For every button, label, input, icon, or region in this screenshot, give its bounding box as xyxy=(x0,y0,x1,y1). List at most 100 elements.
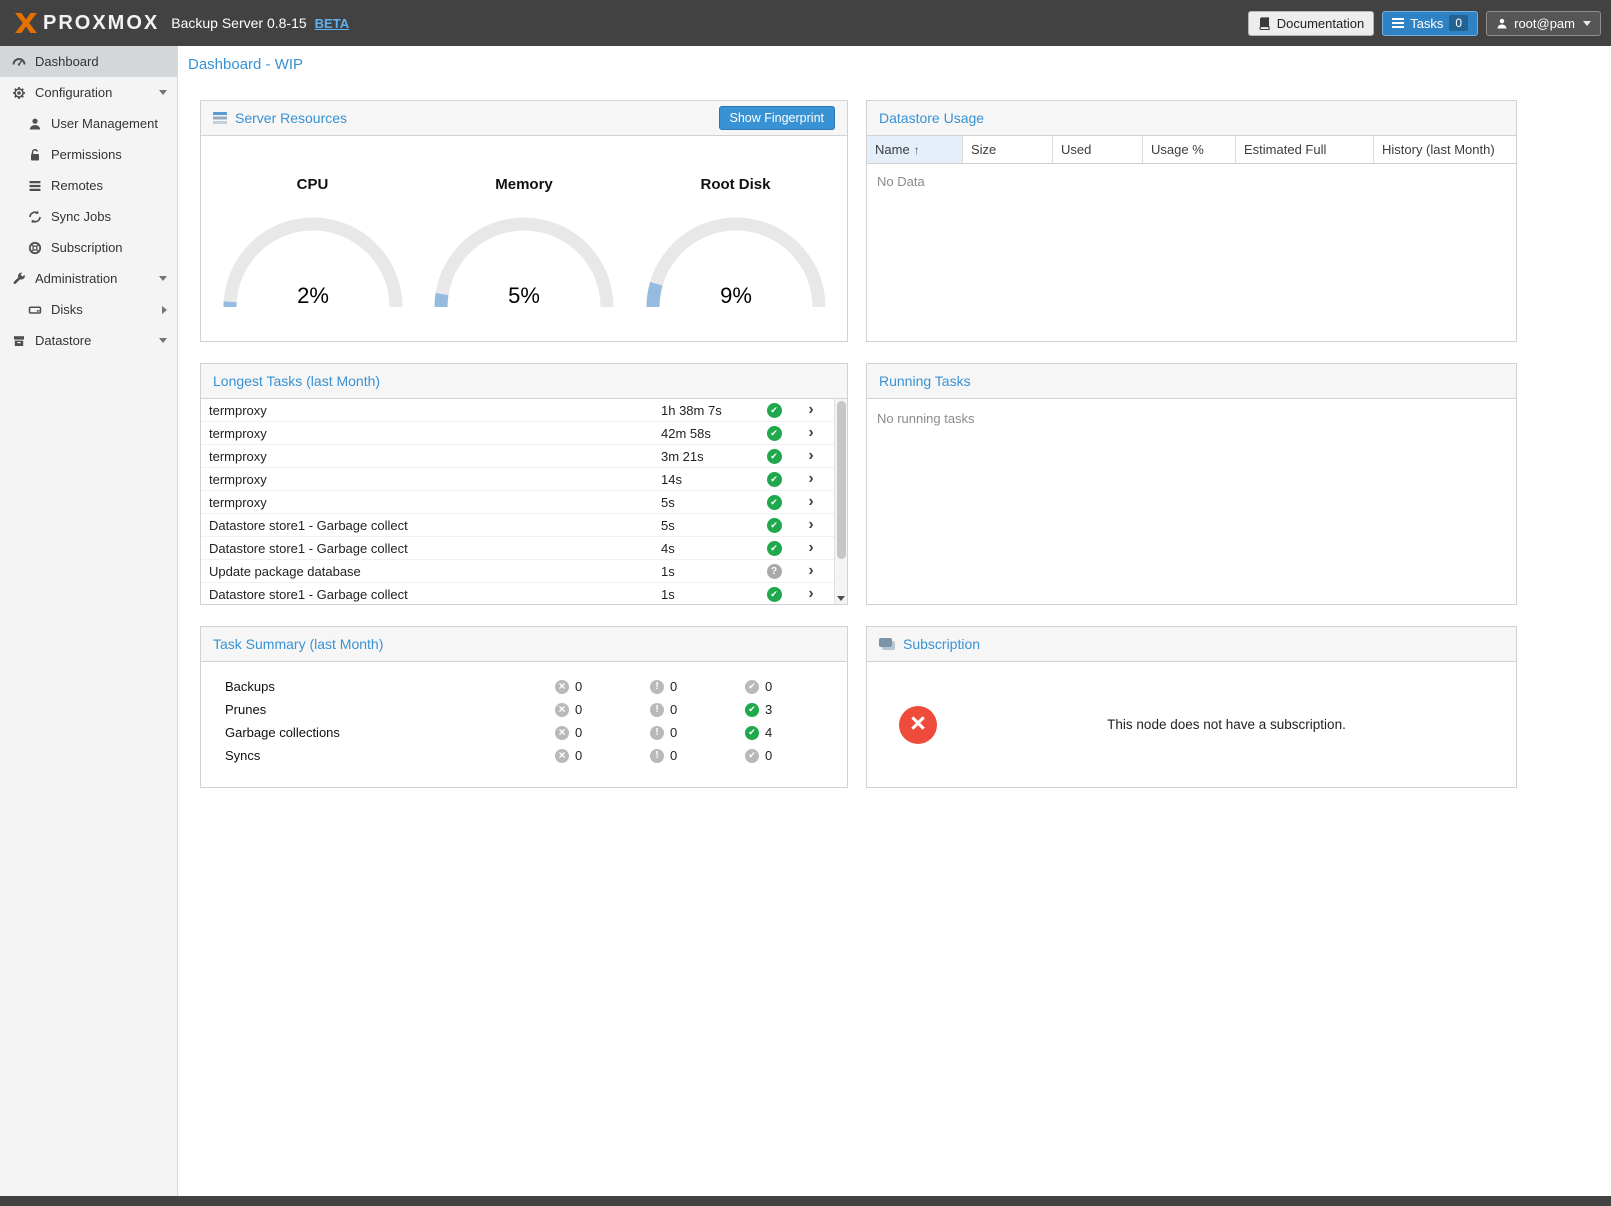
ticket-icon xyxy=(879,638,892,647)
gauge-value: 5% xyxy=(508,283,540,308)
task-row[interactable]: Datastore store1 - Garbage collect 1s xyxy=(201,583,847,604)
longest-tasks-title: Longest Tasks (last Month) xyxy=(213,373,380,389)
chevron-right-icon[interactable] xyxy=(790,448,832,464)
sidebar-item-remotes[interactable]: Remotes xyxy=(0,170,177,201)
error-count: 0 xyxy=(575,679,582,694)
dashboard-icon xyxy=(12,55,26,69)
ok-icon xyxy=(745,726,759,740)
chevron-right-icon[interactable] xyxy=(790,517,832,533)
error-count: 0 xyxy=(575,702,582,717)
task-row[interactable]: termproxy 5s xyxy=(201,491,847,514)
status-ok-icon xyxy=(767,426,782,441)
product-version: Backup Server 0.8-15 xyxy=(171,15,306,31)
gauge-arc: 2% xyxy=(218,209,408,312)
subscription-body: This node does not have a subscription. xyxy=(867,662,1516,787)
scrollbar[interactable] xyxy=(834,399,847,604)
column-header-name[interactable]: Name xyxy=(867,136,963,163)
proxmox-logo: PROXMOX xyxy=(14,12,159,35)
life-ring-icon xyxy=(28,241,42,255)
chevron-right-icon[interactable] xyxy=(790,586,832,602)
chevron-right-icon[interactable] xyxy=(790,402,832,418)
page-title: Dashboard - WIP xyxy=(188,56,303,73)
task-duration: 42m 58s xyxy=(661,426,758,441)
task-duration: 1h 38m 7s xyxy=(661,403,758,418)
summary-ok-cell: 4 xyxy=(745,725,840,740)
chevron-right-icon[interactable] xyxy=(790,540,832,556)
user-menu-button[interactable]: root@pam xyxy=(1486,11,1601,36)
task-row[interactable]: termproxy 1h 38m 7s xyxy=(201,399,847,422)
status-unknown-icon xyxy=(767,564,782,579)
summary-error-cell: 0 xyxy=(555,725,650,740)
column-header-usage-pct[interactable]: Usage % xyxy=(1143,136,1236,163)
summary-warning-cell: 0 xyxy=(650,702,745,717)
task-duration: 4s xyxy=(661,541,758,556)
summary-warning-cell: 0 xyxy=(650,725,745,740)
wrench-icon xyxy=(12,272,26,286)
gauge-arc: 5% xyxy=(429,209,619,312)
task-status xyxy=(758,449,790,464)
scrollbar-down-arrow-icon[interactable] xyxy=(837,596,845,601)
task-duration: 5s xyxy=(661,518,758,533)
sidebar-item-subscription[interactable]: Subscription xyxy=(0,232,177,263)
chevron-right-icon[interactable] xyxy=(162,306,167,314)
chevron-down-icon[interactable] xyxy=(159,338,167,343)
no-subscription-error-icon xyxy=(899,706,937,744)
task-status xyxy=(758,472,790,487)
ok-count: 0 xyxy=(765,748,772,763)
beta-link[interactable]: BETA xyxy=(315,16,349,31)
summary-ok-cell: 0 xyxy=(745,679,840,694)
show-fingerprint-button[interactable]: Show Fingerprint xyxy=(719,106,836,130)
task-row[interactable]: Datastore store1 - Garbage collect 5s xyxy=(201,514,847,537)
sidebar-item-disks[interactable]: Disks xyxy=(0,294,177,325)
column-header-used[interactable]: Used xyxy=(1053,136,1143,163)
longest-tasks-list: termproxy 1h 38m 7s termproxy 42m 58s te… xyxy=(201,399,847,604)
chevron-down-icon[interactable] xyxy=(159,276,167,281)
server-resources-panel: Server Resources Show Fingerprint CPU 2%… xyxy=(200,100,848,342)
task-row[interactable]: termproxy 3m 21s xyxy=(201,445,847,468)
status-ok-icon xyxy=(767,587,782,602)
chevron-right-icon[interactable] xyxy=(790,471,832,487)
sidebar-item-dashboard[interactable]: Dashboard xyxy=(0,46,177,77)
sidebar-item-label: Datastore xyxy=(35,333,91,348)
summary-row: Garbage collections 0 0 4 xyxy=(201,721,847,744)
task-status xyxy=(758,564,790,579)
sidebar-item-sync-jobs[interactable]: Sync Jobs xyxy=(0,201,177,232)
chevron-right-icon[interactable] xyxy=(790,563,832,579)
warning-count: 0 xyxy=(670,725,677,740)
task-row[interactable]: Update package database 1s xyxy=(201,560,847,583)
chevron-right-icon[interactable] xyxy=(790,425,832,441)
longest-tasks-header: Longest Tasks (last Month) xyxy=(201,364,847,399)
memory-gauge: Memory 5% xyxy=(424,136,624,315)
column-label: Name xyxy=(875,142,910,157)
column-header-history[interactable]: History (last Month) xyxy=(1374,136,1516,163)
summary-error-cell: 0 xyxy=(555,679,650,694)
task-duration: 1s xyxy=(661,564,758,579)
scrollbar-thumb[interactable] xyxy=(837,401,846,559)
task-row[interactable]: termproxy 42m 58s xyxy=(201,422,847,445)
tasks-button[interactable]: Tasks 0 xyxy=(1382,11,1478,36)
status-ok-icon xyxy=(767,495,782,510)
sidebar-item-configuration[interactable]: Configuration xyxy=(0,77,177,108)
column-header-size[interactable]: Size xyxy=(963,136,1053,163)
column-header-estimated-full[interactable]: Estimated Full xyxy=(1236,136,1374,163)
sidebar-item-label: Subscription xyxy=(51,240,123,255)
task-duration: 5s xyxy=(661,495,758,510)
cpu-gauge: CPU 2% xyxy=(213,136,413,315)
datastore-usage-empty: No Data xyxy=(867,164,1516,199)
warning-icon xyxy=(650,726,664,740)
gauge-label: CPU xyxy=(213,176,413,193)
sidebar-item-datastore[interactable]: Datastore xyxy=(0,325,177,356)
chevron-down-icon[interactable] xyxy=(159,90,167,95)
task-duration: 3m 21s xyxy=(661,449,758,464)
sidebar-item-permissions[interactable]: Permissions xyxy=(0,139,177,170)
sidebar-item-user-management[interactable]: User Management xyxy=(0,108,177,139)
column-label: Size xyxy=(971,142,996,157)
chevron-right-icon[interactable] xyxy=(790,494,832,510)
task-duration: 14s xyxy=(661,472,758,487)
task-row[interactable]: termproxy 14s xyxy=(201,468,847,491)
datastore-usage-panel: Datastore Usage Name Size Used Usage % xyxy=(866,100,1517,342)
documentation-button[interactable]: Documentation xyxy=(1248,11,1374,36)
task-row[interactable]: Datastore store1 - Garbage collect 4s xyxy=(201,537,847,560)
task-status xyxy=(758,495,790,510)
sidebar-item-administration[interactable]: Administration xyxy=(0,263,177,294)
